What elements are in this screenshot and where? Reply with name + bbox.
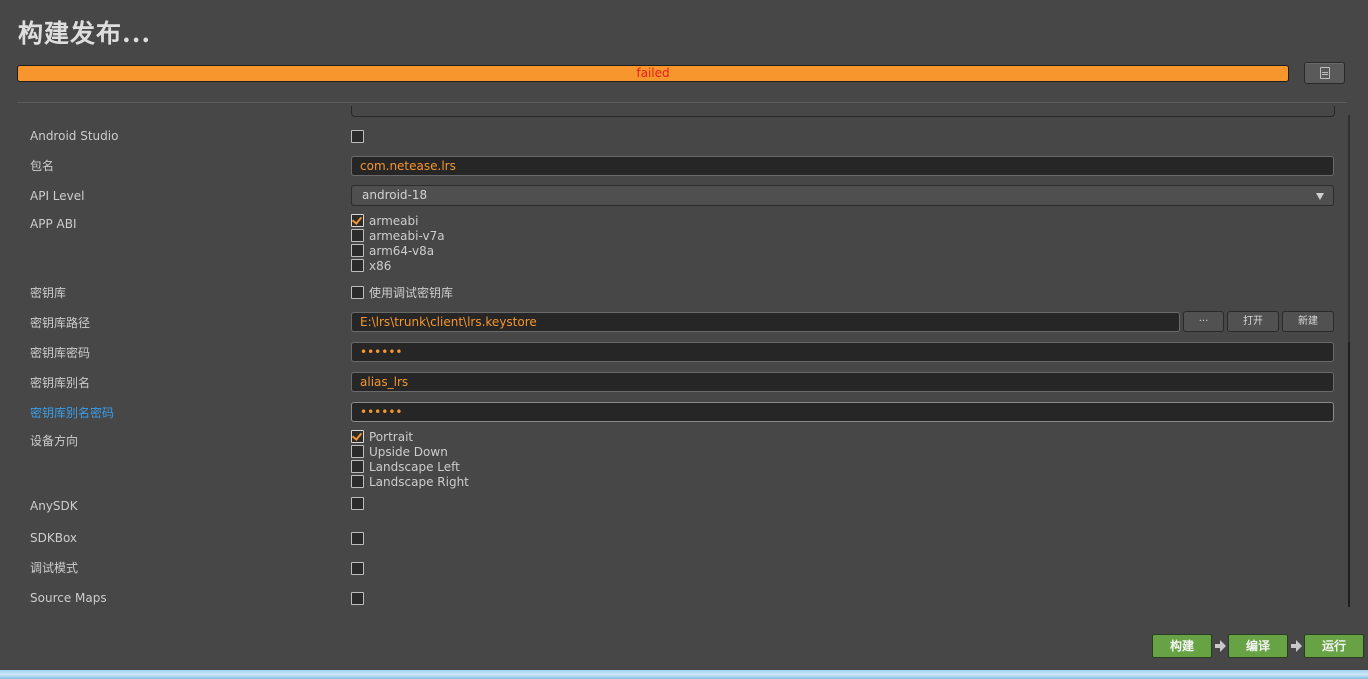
keystore-path-input[interactable]: E:\lrs\trunk\client\lrs.keystore xyxy=(351,312,1180,332)
use-debug-keystore-checkbox[interactable] xyxy=(351,286,364,299)
sdkbox-label: SDKBox xyxy=(30,531,78,545)
abi-option-label: armeabi-v7a xyxy=(369,229,445,243)
orientation-label: 设备方向 xyxy=(30,434,79,448)
chevron-down-icon xyxy=(1316,193,1324,200)
scrolled-field-edge xyxy=(351,106,1335,117)
checkmark-icon xyxy=(351,430,363,441)
os-taskbar-edge xyxy=(0,670,1368,679)
debug-mode-checkbox[interactable] xyxy=(351,562,364,575)
source-maps-label: Source Maps xyxy=(30,591,107,605)
arrow-right-icon xyxy=(1291,640,1303,652)
api-level-select[interactable]: android-18 xyxy=(351,185,1334,206)
open-log-button[interactable] xyxy=(1304,62,1345,84)
progress-status-text: failed xyxy=(636,66,670,80)
abi-x86-checkbox[interactable] xyxy=(351,259,364,272)
anysdk-checkbox[interactable] xyxy=(351,497,364,510)
abi-option-label: x86 xyxy=(369,259,392,273)
package-name-input[interactable]: com.netease.lrs xyxy=(351,156,1334,176)
document-icon xyxy=(1320,67,1330,79)
run-button[interactable]: 运行 xyxy=(1304,634,1364,658)
api-level-selected-value: android-18 xyxy=(362,188,428,202)
scrollbar-thumb[interactable] xyxy=(1348,342,1350,607)
abi-armeabi-checkbox[interactable] xyxy=(351,214,364,227)
sdkbox-checkbox[interactable] xyxy=(351,532,364,545)
keystore-password-input[interactable]: •••••• xyxy=(351,342,1334,362)
abi-option-label: armeabi xyxy=(369,214,419,228)
orientation-landscape-right-checkbox[interactable] xyxy=(351,475,364,488)
keystore-alias-label: 密钥库别名 xyxy=(30,376,91,390)
orientation-option-label: Landscape Left xyxy=(369,460,460,474)
open-keystore-button[interactable]: 打开 xyxy=(1227,311,1279,332)
keystore-alias-input[interactable]: alias_lrs xyxy=(351,372,1334,392)
orientation-upside-down-checkbox[interactable] xyxy=(351,445,364,458)
page-title: 构建发布... xyxy=(18,19,152,48)
orientation-option-label: Portrait xyxy=(369,430,414,444)
android-studio-label: Android Studio xyxy=(30,129,119,143)
orientation-landscape-left-checkbox[interactable] xyxy=(351,460,364,473)
new-keystore-button[interactable]: 新建 xyxy=(1282,311,1334,332)
keystore-password-label: 密钥库密码 xyxy=(30,346,91,360)
keystore-label: 密钥库 xyxy=(30,286,67,300)
api-level-label: API Level xyxy=(30,189,85,203)
compile-button[interactable]: 编译 xyxy=(1228,634,1288,658)
alias-password-input[interactable]: •••••• xyxy=(351,402,1334,422)
alias-password-label: 密钥库别名密码 xyxy=(30,406,115,420)
arrow-right-icon xyxy=(1215,640,1227,652)
anysdk-label: AnySDK xyxy=(30,499,78,513)
use-debug-keystore-label: 使用调试密钥库 xyxy=(369,286,454,300)
android-studio-checkbox[interactable] xyxy=(351,130,364,143)
abi-option-label: arm64-v8a xyxy=(369,244,435,258)
build-progress-bar: failed xyxy=(17,65,1289,82)
keystore-path-label: 密钥库路径 xyxy=(30,316,91,330)
debug-mode-label: 调试模式 xyxy=(30,561,79,575)
source-maps-checkbox[interactable] xyxy=(351,592,364,605)
package-name-label: 包名 xyxy=(30,159,55,173)
orientation-option-label: Upside Down xyxy=(369,445,448,459)
browse-button[interactable]: ··· xyxy=(1183,311,1224,332)
orientation-portrait-checkbox[interactable] xyxy=(351,430,364,443)
abi-armeabi-v7a-checkbox[interactable] xyxy=(351,229,364,242)
checkmark-icon xyxy=(351,214,363,225)
orientation-option-label: Landscape Right xyxy=(369,475,469,489)
abi-arm64-v8a-checkbox[interactable] xyxy=(351,244,364,257)
header-divider xyxy=(17,102,1347,103)
build-button[interactable]: 构建 xyxy=(1152,634,1212,658)
app-abi-label: APP ABI xyxy=(30,217,77,231)
